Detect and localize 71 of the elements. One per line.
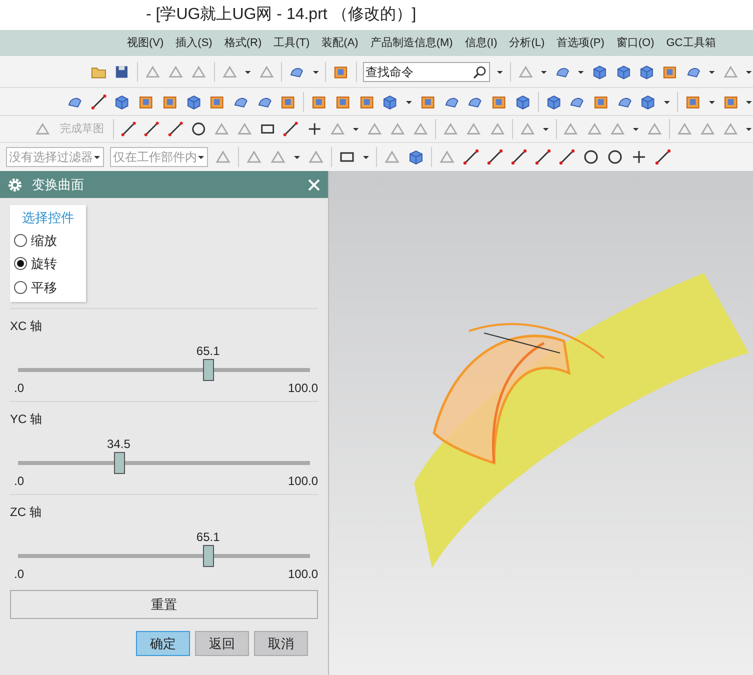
line-icon[interactable] xyxy=(120,120,138,138)
settings-icon xyxy=(8,178,22,192)
slider-thumb[interactable] xyxy=(203,545,214,567)
line-icon[interactable] xyxy=(166,120,184,138)
circle-icon[interactable] xyxy=(606,148,624,166)
cube-icon[interactable] xyxy=(113,92,132,110)
menu-item[interactable]: 插入(S) xyxy=(176,34,212,52)
menu-item[interactable]: 窗口(O) xyxy=(616,34,654,52)
slider-min: .0 xyxy=(14,473,24,490)
circle-icon[interactable] xyxy=(582,148,600,166)
search-field[interactable]: 查找命令 xyxy=(362,62,490,82)
search-icon xyxy=(473,64,488,78)
cube-icon[interactable] xyxy=(407,148,425,166)
slider-label: YC 轴 xyxy=(10,411,44,428)
dialog-button[interactable]: 确定 xyxy=(136,631,190,656)
dialog-title: 变换曲面 xyxy=(32,176,85,194)
line-icon[interactable] xyxy=(143,120,161,138)
slider-value: 34.5 xyxy=(107,436,130,453)
line-icon[interactable] xyxy=(558,148,576,166)
menu-item[interactable]: 信息(I) xyxy=(464,34,498,52)
window-title: - [学UG就上UG网 - 14.prt （修改的）] xyxy=(146,4,416,25)
group-title: 选择控件 xyxy=(21,209,75,227)
line-icon[interactable] xyxy=(462,148,480,166)
dialog-button[interactable]: 取消 xyxy=(254,631,308,656)
line-icon[interactable] xyxy=(654,148,672,166)
close-icon[interactable] xyxy=(308,178,320,190)
radio-button[interactable] xyxy=(14,280,27,294)
radio-label: 平移 xyxy=(31,278,57,296)
cube-icon[interactable] xyxy=(591,62,609,80)
cube-icon[interactable] xyxy=(381,92,400,110)
cross-icon[interactable] xyxy=(630,148,648,166)
radio-button[interactable] xyxy=(14,234,27,247)
menu-item[interactable]: 装配(A) xyxy=(322,34,358,52)
radio-label: 旋转 xyxy=(31,255,57,273)
slider-label: ZC 轴 xyxy=(10,504,42,521)
menu-item[interactable]: GC工具箱 xyxy=(666,34,716,52)
slider[interactable] xyxy=(18,452,310,474)
slider[interactable] xyxy=(18,359,310,381)
cube-icon[interactable] xyxy=(514,92,532,110)
line-icon[interactable] xyxy=(282,120,300,138)
slider-max: 100.0 xyxy=(288,473,318,490)
line-icon[interactable] xyxy=(486,148,504,166)
line-icon[interactable] xyxy=(90,92,108,110)
radio-label: 缩放 xyxy=(31,232,57,250)
slider[interactable] xyxy=(18,545,310,567)
cube-icon[interactable] xyxy=(638,62,656,80)
menu-item[interactable]: 格式(R) xyxy=(224,34,262,52)
cube-icon[interactable] xyxy=(544,92,562,110)
slider-min: .0 xyxy=(14,566,24,583)
cube-icon[interactable] xyxy=(184,92,202,110)
menu-item[interactable]: 首选项(P) xyxy=(556,34,604,52)
slider-max: 100.0 xyxy=(288,566,318,583)
cube-icon[interactable] xyxy=(614,62,632,80)
slider-thumb[interactable] xyxy=(203,359,214,381)
reset-button[interactable]: 重置 xyxy=(10,590,318,619)
menu-item[interactable]: 视图(V) xyxy=(127,34,164,52)
radio-button[interactable] xyxy=(14,257,27,270)
menu-item[interactable]: 工具(T) xyxy=(274,34,310,52)
line-icon[interactable] xyxy=(534,148,552,166)
menu-item[interactable]: 分析(L) xyxy=(509,34,545,52)
slider-max: 100.0 xyxy=(288,380,318,397)
slider-min: .0 xyxy=(14,380,24,397)
slider-value: 65.1 xyxy=(196,343,220,360)
dialog-button[interactable]: 返回 xyxy=(195,631,249,656)
slider-value: 65.1 xyxy=(196,529,220,546)
slider-label: XC 轴 xyxy=(10,318,44,335)
slider-thumb[interactable] xyxy=(114,452,125,474)
circle-icon[interactable] xyxy=(190,120,207,138)
menu-item[interactable]: 产品制造信息(M) xyxy=(370,34,453,52)
line-icon[interactable] xyxy=(510,148,528,166)
cube-icon[interactable] xyxy=(639,92,658,110)
